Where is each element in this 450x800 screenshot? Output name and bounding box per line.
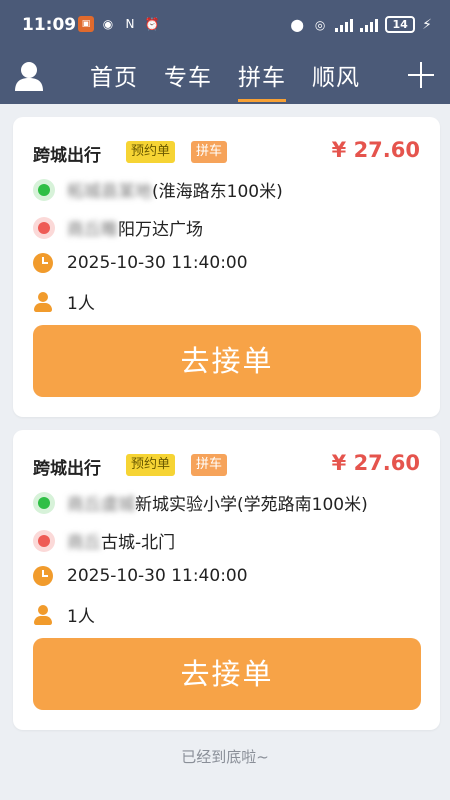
pickup-time: 2025-10-30 11:40:00 xyxy=(67,566,248,586)
destination-dot-icon xyxy=(33,216,55,239)
tab-private-car[interactable]: 专车 xyxy=(164,58,212,92)
origin-row: 柘城县某地 (淮海路东100米) xyxy=(33,177,283,202)
location-icon: ⬤ xyxy=(290,17,304,32)
destination-address: 阳万达广场 xyxy=(118,220,203,240)
origin-blurred: 商丘虞城 xyxy=(67,495,135,515)
booking-tag: 预约单 xyxy=(126,454,176,476)
destination-address: 古城-北门 xyxy=(101,533,176,553)
order-price: ¥ 27.60 xyxy=(331,451,420,475)
alarm-icon: ⏰ xyxy=(144,17,160,31)
tab-ride-share[interactable]: 顺风 xyxy=(312,58,360,92)
destination-blurred: 商丘睢 xyxy=(67,220,118,240)
end-of-list-text: 已经到底啦~ xyxy=(181,748,269,766)
top-header: 11:09 ▣ ◉ N ⏰ ⬤ ◎ 14 ⚡ 首页 专车 拼车 顺风 xyxy=(0,0,450,104)
battery-icon: 14 xyxy=(385,16,416,33)
status-bar: 11:09 ▣ ◉ N ⏰ ⬤ ◎ 14 ⚡ xyxy=(0,0,450,50)
tab-home[interactable]: 首页 xyxy=(90,58,138,92)
origin-address: 新城实验小学(学苑路南100米) xyxy=(135,495,368,515)
user-avatar-icon[interactable] xyxy=(14,60,44,92)
order-title: 跨城出行 xyxy=(33,146,101,166)
passenger-count: 1人 xyxy=(67,607,95,627)
clock-icon xyxy=(33,566,53,586)
order-price: ¥ 27.60 xyxy=(331,138,420,162)
origin-address: (淮海路东100米) xyxy=(152,182,283,202)
origin-row: 商丘虞城 新城实验小学(学苑路南100米) xyxy=(33,490,368,515)
order-title: 跨城出行 xyxy=(33,459,101,479)
origin-dot-icon xyxy=(33,178,55,201)
passenger-row: 1人 xyxy=(33,602,95,627)
hotspot-icon: ◎ xyxy=(314,17,326,32)
nfc-icon: N xyxy=(125,17,135,31)
carpool-tag: 拼车 xyxy=(191,141,228,163)
accept-order-button[interactable]: 去接单 xyxy=(33,638,421,710)
origin-blurred: 柘城县某地 xyxy=(67,182,152,202)
tab-carpool[interactable]: 拼车 xyxy=(238,58,286,102)
nav-bar: 首页 专车 拼车 顺风 xyxy=(0,50,450,104)
destination-row: 商丘睢 阳万达广场 xyxy=(33,215,203,240)
eye-icon: ◉ xyxy=(102,17,114,31)
time-row: 2025-10-30 11:40:00 xyxy=(33,253,248,273)
status-time: 11:09 xyxy=(22,15,77,35)
booking-tag: 预约单 xyxy=(126,141,176,163)
passenger-row: 1人 xyxy=(33,289,95,314)
app-notification-icon: ▣ xyxy=(78,16,94,32)
clock-icon xyxy=(33,253,53,273)
origin-dot-icon xyxy=(33,491,55,514)
signal-2-icon xyxy=(360,18,379,32)
order-card: 跨城出行 预约单 拼车 ¥ 27.60 柘城县某地 (淮海路东100米) 商丘睢… xyxy=(13,117,440,417)
carpool-tag: 拼车 xyxy=(191,454,228,476)
order-card: 跨城出行 预约单 拼车 ¥ 27.60 商丘虞城 新城实验小学(学苑路南100米… xyxy=(13,430,440,730)
passenger-icon xyxy=(33,291,55,312)
destination-dot-icon xyxy=(33,529,55,552)
destination-blurred: 商丘 xyxy=(67,533,101,553)
signal-icon xyxy=(335,18,354,32)
time-row: 2025-10-30 11:40:00 xyxy=(33,566,248,586)
accept-order-button[interactable]: 去接单 xyxy=(33,325,421,397)
destination-row: 商丘 古城-北门 xyxy=(33,528,175,553)
pickup-time: 2025-10-30 11:40:00 xyxy=(67,253,248,273)
charging-icon: ⚡ xyxy=(422,16,432,33)
plus-icon[interactable] xyxy=(408,62,434,88)
passenger-count: 1人 xyxy=(67,294,95,314)
passenger-icon xyxy=(33,604,55,625)
